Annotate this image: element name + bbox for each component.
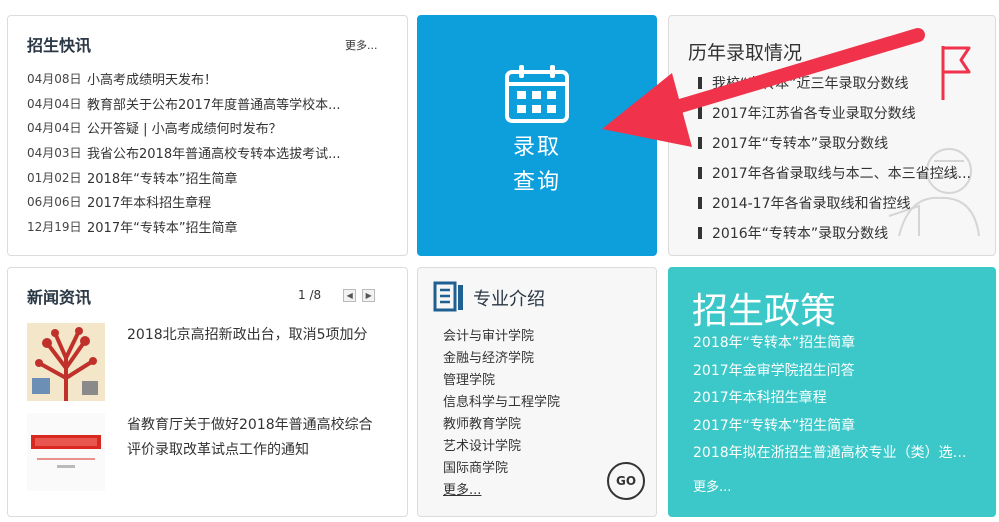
news-headline[interactable]: 2018年“专转本”招生简章 (87, 168, 238, 187)
majors-more-link[interactable]: 更多... (443, 480, 560, 502)
news-headline[interactable]: 公开答疑 | 小高考成绩何时发布？ (87, 118, 282, 137)
history-link[interactable]: 2016年“专转本”录取分数线 (712, 223, 888, 243)
bullet-bar (698, 167, 702, 179)
list-item[interactable]: 04月04日 教育部关于公布2017年度普通高等学校本... (27, 91, 397, 116)
news-date: 06月06日 (27, 195, 82, 210)
news-headline[interactable]: 教育部关于公布2017年度普通高等学校本... (87, 94, 340, 113)
news-flash-list: 04月08日 小高考成绩明天发布！ 04月04日 教育部关于公布2017年度普通高等… (27, 66, 397, 239)
policy-more-link[interactable]: 更多... (693, 476, 731, 495)
major-link[interactable]: 会计与审计学院 (443, 326, 560, 348)
list-item[interactable]: 06月06日 2017年本科招生章程 (27, 189, 397, 214)
news-date: 04月03日 (27, 145, 82, 160)
major-link[interactable]: 金融与经济学院 (443, 348, 560, 370)
page-count: 1 /8 (298, 288, 322, 302)
news-headline[interactable]: 2017年本科招生章程 (87, 192, 211, 211)
major-link[interactable]: 教师教育学院 (443, 414, 560, 436)
bullet-bar (698, 227, 702, 239)
admission-query-tile[interactable]: 录取 查询 (417, 15, 657, 256)
list-item[interactable]: 2017年各省录取线与本二、本三省控线... (698, 158, 981, 188)
go-button[interactable]: GO (607, 462, 645, 500)
news-flash-more-link[interactable]: 更多... (345, 37, 378, 53)
news-headline[interactable]: 省教育厅关于做好2018年普通高校综合评价录取改革试点工作的通知 (127, 413, 382, 491)
list-item[interactable]: 04月08日 小高考成绩明天发布！ (27, 66, 397, 91)
policy-link[interactable]: 2017年金审学院招生问答 (693, 358, 977, 386)
history-link[interactable]: 2017年“专转本”录取分数线 (712, 133, 888, 153)
news-flash-panel: 招生快讯 更多... 04月08日 小高考成绩明天发布！ 04月04日 教育部关于公… (7, 15, 408, 256)
policy-list: 2018年“专转本”招生简章 2017年金审学院招生问答 2017年本科招生章程… (693, 330, 977, 468)
news-title: 新闻资讯 (27, 288, 92, 307)
news-headline[interactable]: 2018北京高招新政出台，取消5项加分 (127, 323, 382, 401)
bullet-bar (698, 77, 702, 89)
news-date: 04月04日 (27, 96, 82, 111)
news-date: 12月19日 (27, 219, 82, 234)
history-link[interactable]: 2017年各省录取线与本二、本三省控线... (712, 163, 971, 183)
news-headline[interactable]: 2017年“专转本”招生简章 (87, 217, 238, 236)
news-pager: 1 /8 ◀ ▶ (298, 288, 376, 302)
list-item[interactable]: 2017年“专转本”录取分数线 (698, 128, 981, 158)
major-link[interactable]: 信息科学与工程学院 (443, 392, 560, 414)
policy-link[interactable]: 2018年“专转本”招生简章 (693, 330, 977, 358)
calendar-icon (505, 65, 569, 123)
policy-panel: 招生政策 2018年“专转本”招生简章 2017年金审学院招生问答 2017年本… (668, 267, 996, 517)
list-item[interactable]: 12月19日 2017年“专转本”招生简章 (27, 214, 397, 239)
list-item[interactable]: 04月03日 我省公布2018年普通高校专转本选拔考试... (27, 140, 397, 165)
prev-page-button[interactable]: ◀ (343, 288, 357, 302)
list-item[interactable]: 04月04日 公开答疑 | 小高考成绩何时发布？ (27, 115, 397, 140)
majors-title: 专业介绍 (473, 289, 545, 310)
news-thumbnail-image[interactable] (27, 323, 105, 401)
news-date: 01月02日 (27, 170, 82, 185)
next-page-button[interactable]: ▶ (362, 288, 376, 302)
history-link[interactable]: 我校“专转本”近三年录取分数线 (712, 73, 909, 93)
book-icon (433, 281, 463, 312)
major-link[interactable]: 艺术设计学院 (443, 436, 560, 458)
admission-query-label[interactable]: 录取 (418, 129, 656, 161)
admission-history-panel: 历年录取情况 我校“专转本”近三年录取分数线 2017年江苏省各专业录取分数线 … (668, 15, 996, 256)
list-item[interactable]: 01月02日 2018年“专转本”招生简章 (27, 165, 397, 190)
news-headline[interactable]: 小高考成绩明天发布！ (87, 69, 217, 88)
news-thumbnail-image[interactable] (27, 413, 105, 491)
list-item[interactable]: 2017年江苏省各专业录取分数线 (698, 98, 981, 128)
news-flash-title: 招生快讯 (27, 36, 92, 55)
policy-title: 招生政策 (692, 291, 837, 332)
news-item[interactable]: 2018北京高招新政出台，取消5项加分 (27, 323, 382, 401)
news-date: 04月04日 (27, 121, 82, 136)
policy-link[interactable]: 2018年拟在浙招生普通高校专业（类）选考... (693, 440, 977, 468)
bullet-bar (698, 137, 702, 149)
history-link[interactable]: 2014-17年各省录取线和省控线 (712, 193, 911, 213)
admission-query-label[interactable]: 查询 (418, 164, 656, 196)
bullet-bar (698, 107, 702, 119)
news-panel: 新闻资讯 1 /8 ◀ ▶ 2018北京高招新政出台，取消5项加分 省教育厅关于… (7, 267, 408, 517)
history-title: 历年录取情况 (688, 42, 803, 64)
majors-panel: 专业介绍 会计与审计学院 金融与经济学院 管理学院 信息科学与工程学院 教师教育… (417, 267, 657, 517)
list-item[interactable]: 我校“专转本”近三年录取分数线 (698, 68, 981, 98)
news-item[interactable]: 省教育厅关于做好2018年普通高校综合评价录取改革试点工作的通知 (27, 413, 382, 491)
list-item[interactable]: 2014-17年各省录取线和省控线 (698, 188, 981, 218)
history-list: 我校“专转本”近三年录取分数线 2017年江苏省各专业录取分数线 2017年“专… (698, 68, 981, 248)
bullet-bar (698, 197, 702, 209)
major-link[interactable]: 国际商学院 (443, 458, 560, 480)
majors-list: 会计与审计学院 金融与经济学院 管理学院 信息科学与工程学院 教师教育学院 艺术… (443, 326, 560, 502)
list-item[interactable]: 2016年“专转本”录取分数线 (698, 218, 981, 248)
news-headline[interactable]: 我省公布2018年普通高校专转本选拔考试... (87, 143, 340, 162)
news-date: 04月08日 (27, 71, 82, 86)
policy-link[interactable]: 2017年本科招生章程 (693, 385, 977, 413)
history-link[interactable]: 2017年江苏省各专业录取分数线 (712, 103, 916, 123)
policy-link[interactable]: 2017年“专转本”招生简章 (693, 413, 977, 441)
major-link[interactable]: 管理学院 (443, 370, 560, 392)
